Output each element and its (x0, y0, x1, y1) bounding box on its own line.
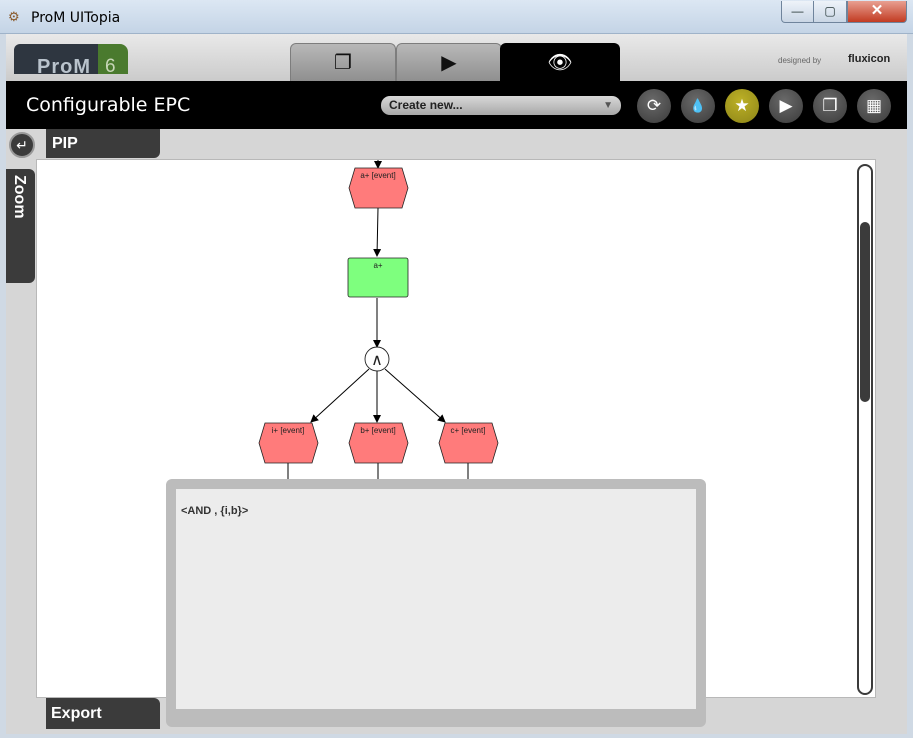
grid-button[interactable]: ▦ (857, 89, 891, 123)
maximize-button[interactable]: ▢ (813, 1, 847, 23)
play-button[interactable]: ▶ (769, 89, 803, 123)
view-header: Configurable EPC Create new... ▼ ⟳ 💧 ★ ▶… (6, 81, 907, 129)
prom-logo: ProM 6 (14, 44, 128, 78)
prom-app: ProM 6 ❐ ▶ 👁 designed by fluxicon Config… (6, 34, 907, 734)
designed-by-label: designed by (778, 56, 822, 65)
copy-button[interactable]: ❐ (813, 89, 847, 123)
and-connector-label: ∧ (371, 350, 383, 369)
logo-text: ProM (37, 56, 91, 78)
scrollbar-thumb[interactable] (860, 222, 870, 402)
info-popup-text: <AND , {i,b}> (181, 505, 249, 517)
content-area: a+ [event] a+ ∧ i+ [event] b+ [event] c+… (6, 129, 907, 734)
edge-and-to-event-i (310, 368, 370, 423)
zoom-panel-tab[interactable]: Zoom (6, 169, 35, 283)
vertical-scrollbar[interactable] (857, 164, 873, 695)
fluxicon-logo: fluxicon (848, 53, 891, 65)
create-new-dropdown[interactable]: Create new... ▼ (381, 96, 621, 115)
zoom-label: Zoom (11, 175, 28, 219)
edge-event-a-to-function-a (373, 207, 382, 257)
logo-version: 6 (105, 56, 116, 77)
play-icon: ▶ (441, 52, 457, 74)
export-panel-tab[interactable]: Export (46, 698, 160, 729)
minimize-button[interactable]: — (781, 1, 814, 23)
view-title: Configurable EPC (26, 94, 191, 116)
close-button[interactable]: ✕ (847, 1, 907, 23)
tab-views[interactable]: 👁 (500, 43, 620, 81)
edge-and-to-event-c (384, 368, 446, 423)
info-popup: <AND , {i,b}> (166, 479, 706, 727)
prom-app-icon: ⚙ (8, 9, 20, 24)
favorite-button[interactable]: ★ (725, 89, 759, 123)
chevron-down-icon: ▼ (603, 100, 613, 111)
drop-button[interactable]: 💧 (681, 89, 715, 123)
event-node-a-label: a+ [event] (360, 171, 395, 180)
event-node-b-label: b+ [event] (360, 426, 395, 435)
function-node-a-label: a+ (373, 261, 382, 270)
tab-actions[interactable]: ▶ (396, 43, 502, 81)
tab-workspace[interactable]: ❐ (290, 43, 396, 81)
documents-icon: ❐ (334, 52, 352, 74)
top-bar: ProM 6 ❐ ▶ 👁 designed by fluxicon (6, 34, 907, 81)
event-node-c-label: c+ [event] (451, 426, 486, 435)
create-new-label: Create new... (389, 98, 463, 112)
eye-icon: 👁 (547, 52, 573, 74)
refresh-button[interactable]: ⟳ (637, 89, 671, 123)
event-node-i-label: i+ [event] (272, 426, 305, 435)
pip-panel-tab[interactable]: PIP (46, 129, 160, 158)
window-title: ProM UITopia (31, 10, 121, 26)
back-arrow-icon[interactable]: ↵ (9, 132, 35, 158)
info-popup-body: <AND , {i,b}> (176, 489, 696, 709)
window-titlebar: ⚙ ProM UITopia — ▢ ✕ (0, 0, 913, 34)
